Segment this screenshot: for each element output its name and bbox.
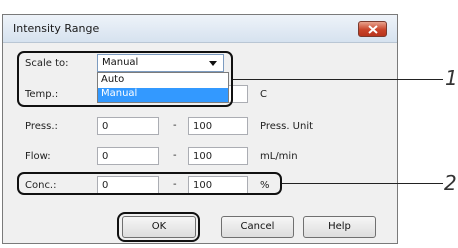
dialog-title: Intensity Range [13, 22, 100, 35]
cancel-button[interactable]: Cancel [221, 216, 294, 238]
flow-label: Flow: [25, 151, 51, 162]
callout-1-number: 1 [445, 66, 458, 90]
press-min-field[interactable]: 0 [97, 117, 159, 135]
callout-1-leader-line [233, 79, 443, 80]
press-unit: Press. Unit [260, 121, 314, 132]
flow-max-field[interactable]: 100 [188, 147, 248, 165]
flow-unit: mL/min [260, 151, 298, 162]
press-max-field[interactable]: 100 [188, 117, 248, 135]
callout-2-leader-line [282, 183, 443, 184]
help-button[interactable]: Help [303, 216, 376, 238]
temp-unit: C [260, 89, 267, 100]
press-separator: - [173, 120, 177, 131]
press-label: Press.: [25, 121, 58, 132]
close-button[interactable] [358, 21, 387, 37]
callout-1-highlight [17, 51, 233, 107]
callout-2-highlight [17, 172, 282, 195]
flow-min-field[interactable]: 0 [97, 147, 159, 165]
title-bar: Intensity Range [3, 15, 397, 43]
callout-2-number: 2 [444, 171, 457, 195]
ok-button-highlight [117, 212, 200, 242]
flow-separator: - [173, 150, 177, 161]
close-icon [368, 25, 378, 34]
